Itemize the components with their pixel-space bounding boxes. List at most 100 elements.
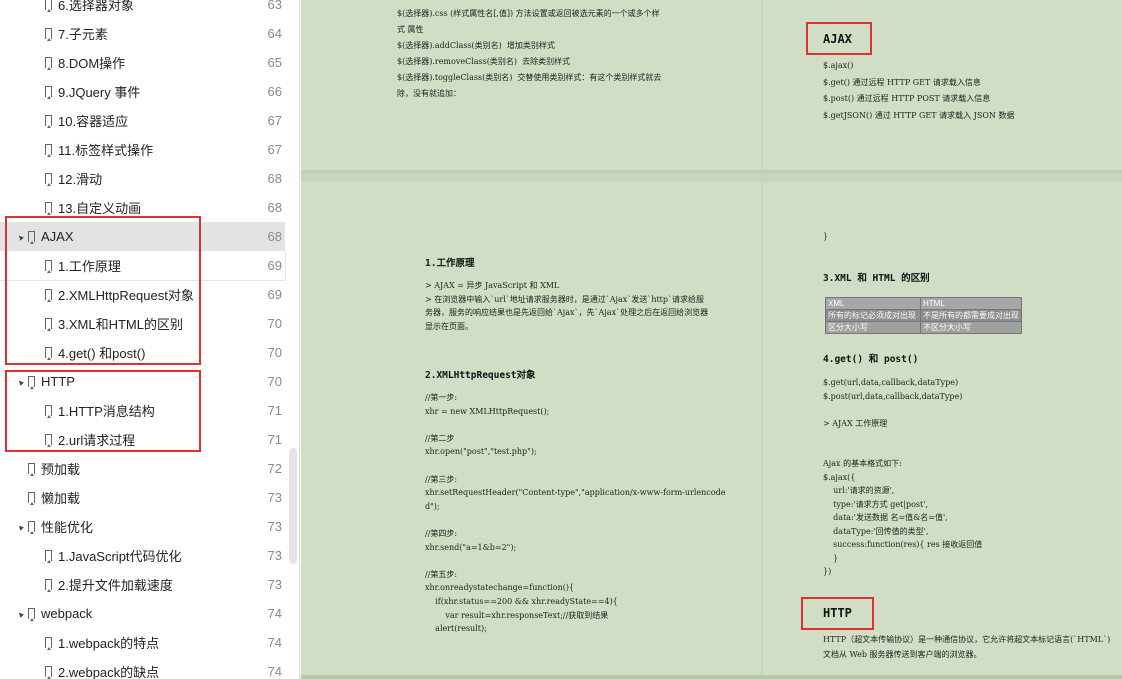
bookmark-item[interactable]: ▲ 性能优化 73 <box>0 512 285 541</box>
bookmark-item[interactable]: 9.JQuery 事件 66 <box>0 77 285 106</box>
text-line: 务器，服务的响应结果也是先返回给`Ajax`，先`Ajax`处理之后在返回给浏览… <box>425 308 709 317</box>
bookmark-item[interactable]: 1.JavaScript代码优化 73 <box>0 541 285 570</box>
bookmark-page-number: 68 <box>267 171 282 186</box>
text-line: var result=xhr.responseText;//获取到结果 <box>425 610 609 620</box>
bookmark-item[interactable]: ▲ AJAX 68 <box>0 222 285 251</box>
bookmark-icon <box>28 492 35 505</box>
bookmark-page-number: 73 <box>267 548 282 563</box>
bookmark-item[interactable]: 2.提升文件加载速度 73 <box>0 570 285 599</box>
bookmark-item[interactable]: ▲ webpack 74 <box>0 599 285 628</box>
text-line: $(选择器).toggleClass(类别名) 交替使用类别样式：有这个类别样式… <box>397 73 662 82</box>
bookmark-icon <box>28 463 35 476</box>
bookmark-page-number: 74 <box>267 664 282 679</box>
bookmark-label: 12.滑动 <box>58 172 103 187</box>
text-line <box>823 430 982 444</box>
sidebar-scrollbar-thumb[interactable] <box>289 448 297 564</box>
bookmark-label: 11.标签样式操作 <box>58 143 154 158</box>
text-line <box>425 418 725 432</box>
bookmark-page-number: 71 <box>267 403 282 418</box>
text-line: $(选择器).removeClass(类别名) 去除类别样式 <box>397 57 571 66</box>
bookmark-page-number: 74 <box>267 635 282 650</box>
bookmark-label: 7.子元素 <box>58 27 108 42</box>
bookmark-page-number: 73 <box>267 519 282 534</box>
bookmark-item[interactable]: 8.DOM操作 65 <box>0 48 285 77</box>
text-line: $.ajax() <box>823 61 854 70</box>
bookmark-item[interactable]: 1.工作原理 69 <box>0 250 286 281</box>
text-line: xhr.setRequestHeader("Content-type","app… <box>425 488 726 498</box>
text-line: if(xhr.status==200 && xhr.readyState==4)… <box>425 596 618 606</box>
bookmark-label: 1.webpack的特点 <box>58 636 160 651</box>
bookmark-item[interactable]: 12.滑动 68 <box>0 164 285 193</box>
bookmark-item[interactable]: 6.选择器对象 63 <box>0 0 285 19</box>
xml-html-comparison-table: XML HTML 所有的标记必须成对出现 不是所有的都需要成对出现 区分大小写 … <box>825 297 1022 334</box>
bookmark-item[interactable]: 懒加载 73 <box>0 483 285 512</box>
bookmark-icon <box>45 57 52 70</box>
bookmark-page-number: 73 <box>267 490 282 505</box>
table-cell: 所有的标记必须成对出现 <box>825 309 921 322</box>
text-line: } <box>823 553 839 563</box>
text-line: xhr.send("a=1&b=2"); <box>425 542 517 552</box>
text-line: 式 属性 <box>397 25 424 34</box>
document-view[interactable]: $(选择器).css (样式属性名[,值]) 方法设置或返回被选元素的一个或多个… <box>301 0 1122 679</box>
section-title-get-post: 4.get() 和 post() <box>823 354 919 365</box>
expand-caret-icon[interactable]: ▲ <box>13 375 27 389</box>
bookmark-icon <box>28 231 35 244</box>
bookmark-icon <box>45 28 52 41</box>
http-description-text: HTTP（超文本传输协议）是一种通信协议，它允许将超文本标记语言(`HTML`)… <box>823 632 1110 662</box>
bookmark-page-number: 66 <box>267 84 282 99</box>
bookmark-item[interactable]: 7.子元素 64 <box>0 19 285 48</box>
text-line: url:'请求的资源', <box>823 486 895 495</box>
bookmark-page-number: 65 <box>267 55 282 70</box>
bookmark-icon <box>28 608 35 621</box>
bookmark-item[interactable]: 2.webpack的缺点 74 <box>0 657 285 679</box>
bookmark-label: 1.HTTP消息结构 <box>58 404 155 419</box>
bookmark-item[interactable]: 1.webpack的特点 74 <box>0 628 285 657</box>
bookmark-icon <box>45 434 52 447</box>
text-line: $(选择器).css (样式属性名[,值]) 方法设置或返回被选元素的一个或多个… <box>397 9 660 18</box>
text-line: 显示在页面。 <box>425 321 473 331</box>
bookmark-icon <box>45 550 52 563</box>
table-header-cell: XML <box>825 297 921 310</box>
bookmark-icon <box>45 637 52 650</box>
bookmark-page-number: 63 <box>267 0 282 12</box>
bookmark-item[interactable]: 预加载 72 <box>0 454 285 483</box>
table-cell: 不是所有的都需要成对出现 <box>920 309 1022 322</box>
bookmark-item[interactable]: 2.XMLHttpRequest对象 69 <box>0 280 285 309</box>
bookmark-item[interactable]: ▲ HTTP 70 <box>0 367 285 396</box>
table-header-cell: HTML <box>920 297 1022 310</box>
section-title-working-principle: 1.工作原理 <box>425 258 475 269</box>
text-line: dataType:'回传值的类型', <box>823 526 929 536</box>
bookmark-icon <box>45 347 52 360</box>
bookmark-item[interactable]: 2.url请求过程 71 <box>0 425 285 454</box>
bookmark-page-number: 69 <box>267 258 282 273</box>
bookmark-item[interactable]: 13.自定义动画 68 <box>0 193 285 222</box>
text-line: }) <box>823 567 832 576</box>
expand-caret-icon[interactable]: ▲ <box>13 607 27 621</box>
bookmark-item[interactable]: 3.XML和HTML的区别 70 <box>0 309 285 338</box>
bookmark-icon <box>45 260 52 273</box>
text-line: > AJAX = 异步 JavaScript 和 XML <box>425 281 560 290</box>
expand-caret-icon[interactable]: ▲ <box>13 520 27 534</box>
text-line <box>823 444 982 458</box>
bookmark-icon <box>45 115 52 128</box>
text-line: success:function(res){ res 接收返回值 <box>823 540 983 549</box>
bookmark-page-number: 68 <box>267 229 282 244</box>
bookmark-item[interactable]: 10.容器适应 67 <box>0 106 285 135</box>
expand-caret-icon[interactable]: ▲ <box>13 230 27 244</box>
bookmark-label: 2.XMLHttpRequest对象 <box>58 288 194 303</box>
text-line: //第四步: <box>425 528 458 538</box>
bookmark-label: 6.选择器对象 <box>58 0 134 13</box>
bookmark-icon <box>45 144 52 157</box>
bookmark-item[interactable]: 4.get() 和post() 70 <box>0 338 285 367</box>
working-principle-text: > AJAX = 异步 JavaScript 和 XML > 在浏览器中输入`ur… <box>425 279 708 333</box>
bookmark-item[interactable]: 11.标签样式操作 67 <box>0 135 285 164</box>
bookmark-label: 1.工作原理 <box>58 259 121 274</box>
bookmark-label: 预加载 <box>41 462 81 477</box>
text-line: Ajax 的基本格式如下: <box>823 459 902 468</box>
jquery-css-methods-text: $(选择器).css (样式属性名[,值]) 方法设置或返回被选元素的一个或多个… <box>397 6 661 102</box>
text-line: type:'请求方式 get|post', <box>823 499 928 509</box>
bookmark-item[interactable]: 1.HTTP消息结构 71 <box>0 396 285 425</box>
bookmark-label: AJAX <box>41 229 74 244</box>
bookmark-page-number: 67 <box>267 142 282 157</box>
text-line: //第一步: <box>425 393 458 402</box>
